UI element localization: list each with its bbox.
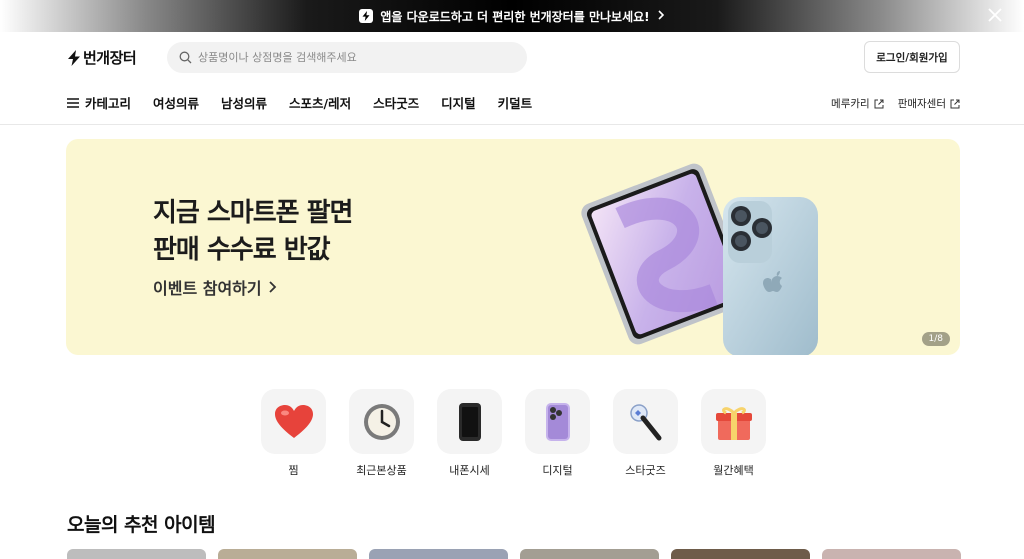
quick-item-digital[interactable]: 디지털 bbox=[525, 389, 590, 478]
chevron-right-icon bbox=[657, 9, 665, 23]
hamburger-menu-icon bbox=[67, 97, 79, 108]
quick-item-phone-price[interactable]: 내폰시세 bbox=[437, 389, 502, 478]
seller-center-link[interactable]: 판매자센터 bbox=[898, 96, 960, 111]
search-icon bbox=[179, 51, 192, 64]
phone-icon bbox=[437, 389, 502, 454]
bolt-icon bbox=[359, 9, 374, 23]
nav-item-digital[interactable]: 디지털 bbox=[441, 93, 476, 112]
external-link-icon bbox=[950, 99, 960, 108]
recommended-items-title: 오늘의 추천 아이템 bbox=[67, 514, 216, 536]
app-download-text: 앱을 다운로드하고 더 편리한 번개장터를 만나보세요! bbox=[380, 9, 650, 24]
hero-banner[interactable]: 지금 스마트폰 팔면 판매 수수료 반값 이벤트 참여하기 1/8 bbox=[66, 139, 960, 355]
quick-label-recently-viewed: 최근본상품 bbox=[356, 464, 407, 477]
logo-text: 번개장터 bbox=[83, 49, 137, 67]
quick-label-wishlist: 찜 bbox=[288, 464, 299, 477]
quick-menu: 찜 최근본상품 내폰시세 디지털 스타굿즈 월간혜택 bbox=[261, 389, 766, 478]
quick-item-recently-viewed[interactable]: 최근본상품 bbox=[349, 389, 414, 478]
nav-item-star-goods[interactable]: 스타굿즈 bbox=[373, 93, 419, 112]
login-signup-button[interactable]: 로그인/회원가입 bbox=[864, 41, 960, 73]
nav-item-mens-clothing[interactable]: 남성의류 bbox=[221, 93, 267, 112]
nav-item-womens-clothing[interactable]: 여성의류 bbox=[153, 93, 199, 112]
product-thumbnail[interactable] bbox=[822, 549, 961, 559]
nav-item-sports-leisure[interactable]: 스포츠/레저 bbox=[289, 93, 351, 112]
smartphone-purple-icon bbox=[525, 389, 590, 454]
product-thumbnail[interactable] bbox=[67, 549, 206, 559]
nav-item-kidult[interactable]: 키덜트 bbox=[498, 93, 533, 112]
product-thumbnail[interactable] bbox=[671, 549, 810, 559]
product-thumbnail[interactable] bbox=[520, 549, 659, 559]
hero-cta-link[interactable]: 이벤트 참여하기 bbox=[153, 275, 277, 299]
seller-center-link-label: 판매자센터 bbox=[897, 98, 946, 110]
product-thumbnail[interactable] bbox=[369, 549, 508, 559]
logo-bolt-icon bbox=[68, 49, 80, 66]
site-header: 번개장터 로그인/회원가입 카테고리 여성의류 남성의류 스포츠/레저 스타굿즈… bbox=[0, 32, 1024, 125]
external-links: 메루카리 판매자센터 bbox=[831, 96, 960, 111]
lightstick-icon bbox=[613, 389, 678, 454]
nav-item-category[interactable]: 카테고리 bbox=[67, 93, 131, 112]
search-input[interactable] bbox=[198, 51, 498, 64]
quick-label-monthly-benefits: 월간혜택 bbox=[713, 464, 754, 477]
nav-label-category: 카테고리 bbox=[85, 96, 132, 111]
quick-item-monthly-benefits[interactable]: 월간혜택 bbox=[701, 389, 766, 478]
chevron-right-icon bbox=[268, 281, 276, 293]
hero-title: 지금 스마트폰 팔면 판매 수수료 반값 bbox=[153, 195, 353, 269]
main-nav: 카테고리 여성의류 남성의류 스포츠/레저 스타굿즈 디지털 키덜트 bbox=[67, 93, 532, 112]
hero-cta-label: 이벤트 참여하기 bbox=[153, 279, 262, 298]
logo[interactable]: 번개장터 bbox=[67, 47, 137, 68]
hero-title-line1: 지금 스마트폰 팔면 bbox=[153, 198, 353, 228]
smartphones-illustration bbox=[581, 163, 818, 355]
quick-label-phone-price: 내폰시세 bbox=[449, 464, 490, 477]
external-link-icon bbox=[874, 99, 884, 108]
quick-label-digital: 디지털 bbox=[542, 464, 573, 477]
clock-icon bbox=[349, 389, 414, 454]
heart-icon bbox=[261, 389, 326, 454]
quick-label-star-goods: 스타굿즈 bbox=[625, 464, 666, 477]
banner-pager: 1/8 bbox=[921, 332, 950, 346]
product-thumbnail[interactable] bbox=[218, 549, 357, 559]
mercari-link[interactable]: 메루카리 bbox=[831, 96, 884, 111]
mercari-link-label: 메루카리 bbox=[831, 98, 870, 110]
search-bar[interactable] bbox=[167, 42, 527, 73]
quick-item-wishlist[interactable]: 찜 bbox=[261, 389, 326, 478]
quick-item-star-goods[interactable]: 스타굿즈 bbox=[613, 389, 678, 478]
gift-icon bbox=[701, 389, 766, 454]
close-icon[interactable] bbox=[986, 6, 1004, 24]
app-download-banner[interactable]: 앱을 다운로드하고 더 편리한 번개장터를 만나보세요! bbox=[0, 0, 1024, 32]
hero-title-line2: 판매 수수료 반값 bbox=[153, 235, 331, 265]
recommended-items-row bbox=[67, 549, 961, 559]
